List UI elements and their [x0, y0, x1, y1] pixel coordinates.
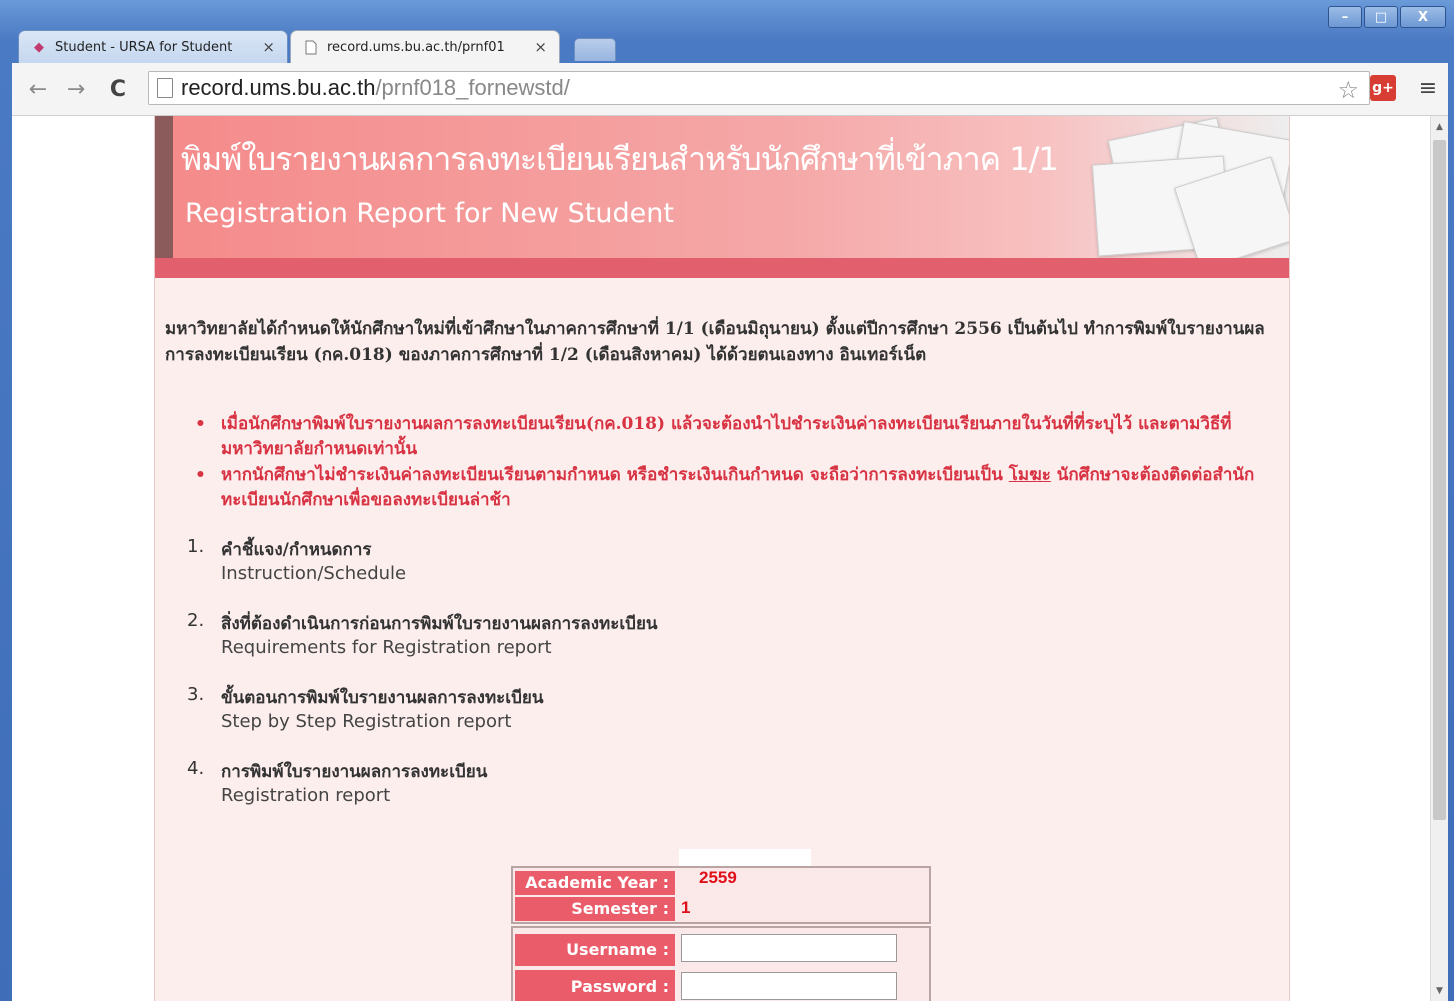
maximize-button[interactable]: □ [1364, 6, 1398, 28]
step-item-1[interactable]: 1. คำชี้แจง/กำหนดการ Instruction/Schedule [187, 536, 1087, 584]
academic-year-label: Academic Year : [515, 871, 675, 895]
banner-divider [155, 258, 1289, 278]
steps-list: 1. คำชี้แจง/กำหนดการ Instruction/Schedule… [187, 536, 1087, 832]
step-number: 4. [187, 758, 205, 779]
diamond-icon: ◆ [34, 39, 44, 55]
step-title-english[interactable]: Registration report [221, 785, 487, 806]
warning-text: เมื่อนักศึกษาพิมพ์ใบรายงานผลการลงทะเบียน… [221, 414, 1232, 459]
semester-value: 1 [681, 898, 691, 917]
star-icon[interactable]: ☆ [1337, 76, 1359, 104]
toolbar: ← → C record.ums.bu.ac.th /prnf018_forne… [12, 63, 1448, 116]
page-viewport: พิมพ์ใบรายงานผลการลงทะเบียนเรียนสำหรับนั… [12, 116, 1448, 1001]
step-item-4[interactable]: 4. การพิมพ์ใบรายงานผลการลงทะเบียน Registr… [187, 758, 1087, 806]
step-title-english[interactable]: Instruction/Schedule [221, 563, 406, 584]
step-title-english[interactable]: Step by Step Registration report [221, 711, 544, 732]
header-banner: พิมพ์ใบรายงานผลการลงทะเบียนเรียนสำหรับนั… [155, 116, 1289, 258]
login-box: Username : Password : [511, 926, 931, 1001]
browser-window: – □ X ◆ Student - URSA for Student × rec… [0, 0, 1454, 1001]
scroll-down-icon[interactable]: ▼ [1431, 982, 1448, 999]
intro-paragraph: มหาวิทยาลัยได้กำหนดให้นักศึกษาใหม่ที่เข้… [165, 319, 1265, 365]
username-label: Username : [515, 934, 675, 966]
url-host: record.ums.bu.ac.th [181, 75, 376, 100]
step-item-3[interactable]: 3. ขั้นตอนการพิมพ์ใบรายงานผลการลงทะเบียน… [187, 684, 1087, 732]
new-tab-button[interactable] [574, 38, 616, 61]
step-title-thai[interactable]: คำชี้แจง/กำหนดการ [221, 536, 406, 563]
banner-accent-bar [155, 116, 173, 258]
step-number: 1. [187, 536, 205, 557]
page-content: พิมพ์ใบรายงานผลการลงทะเบียนเรียนสำหรับนั… [154, 116, 1290, 1001]
semester-label: Semester : [515, 897, 675, 921]
warning-text: หากนักศึกษาไม่ชำระเงินค่าลงทะเบียนเรียนต… [221, 465, 1009, 485]
page-icon [157, 78, 173, 98]
step-title-thai[interactable]: การพิมพ์ใบรายงานผลการลงทะเบียน [221, 758, 487, 785]
warning-item: หากนักศึกษาไม่ชำระเงินค่าลงทะเบียนเรียนต… [191, 463, 1281, 513]
address-bar[interactable]: record.ums.bu.ac.th /prnf018_fornewstd/ … [148, 71, 1370, 105]
step-title-thai[interactable]: สิ่งที่ต้องดำเนินการก่อนการพิมพ์ใบรายงาน… [221, 610, 658, 637]
close-tab-icon[interactable]: × [262, 38, 275, 56]
banner-title-thai: พิมพ์ใบรายงานผลการลงทะเบียนเรียนสำหรับนั… [181, 140, 1059, 178]
documents-illustration [1075, 117, 1289, 258]
warning-item: เมื่อนักศึกษาพิมพ์ใบรายงานผลการลงทะเบียน… [191, 412, 1281, 462]
tab-title: Student - URSA for Student [55, 39, 233, 55]
warning-list: เมื่อนักศึกษาพิมพ์ใบรายงานผลการลงทะเบียน… [191, 412, 1281, 514]
password-input[interactable] [681, 972, 897, 1000]
tab-ursa[interactable]: ◆ Student - URSA for Student × [18, 30, 288, 63]
banner-title-english: Registration Report for New Student [185, 198, 674, 229]
close-window-button[interactable]: X [1400, 6, 1446, 28]
back-button[interactable]: ← [24, 75, 52, 103]
forward-button[interactable]: → [62, 75, 90, 103]
reload-button[interactable]: C [104, 75, 132, 103]
step-item-2[interactable]: 2. สิ่งที่ต้องดำเนินการก่อนการพิมพ์ใบราย… [187, 610, 1087, 658]
google-plus-icon[interactable]: g+ [1370, 75, 1396, 101]
step-number: 3. [187, 684, 205, 705]
step-title-english[interactable]: Requirements for Registration report [221, 637, 658, 658]
scroll-up-icon[interactable]: ▲ [1431, 118, 1448, 135]
close-tab-icon[interactable]: × [534, 38, 547, 56]
step-title-thai[interactable]: ขั้นตอนการพิมพ์ใบรายงานผลการลงทะเบียน [221, 684, 544, 711]
tab-record[interactable]: record.ums.bu.ac.th/prnf01 × [290, 30, 560, 63]
menu-icon[interactable]: ≡ [1416, 75, 1440, 101]
void-emphasis: โมฆะ [1008, 465, 1051, 485]
window-controls: – □ X [1328, 6, 1446, 28]
step-number: 2. [187, 610, 205, 631]
tab-title: record.ums.bu.ac.th/prnf01 [327, 39, 505, 55]
scroll-thumb[interactable] [1433, 140, 1446, 820]
page-icon [303, 39, 319, 55]
username-input[interactable] [681, 934, 897, 962]
vertical-scrollbar[interactable]: ▲ ▼ [1430, 116, 1448, 1001]
minimize-button[interactable]: – [1328, 6, 1362, 28]
academic-year-value: 2559 [699, 868, 737, 887]
password-label: Password : [515, 970, 675, 1001]
term-info-box: Academic Year : 2559 Semester : 1 [511, 866, 931, 924]
url-path: /prnf018_fornewstd/ [375, 75, 570, 100]
